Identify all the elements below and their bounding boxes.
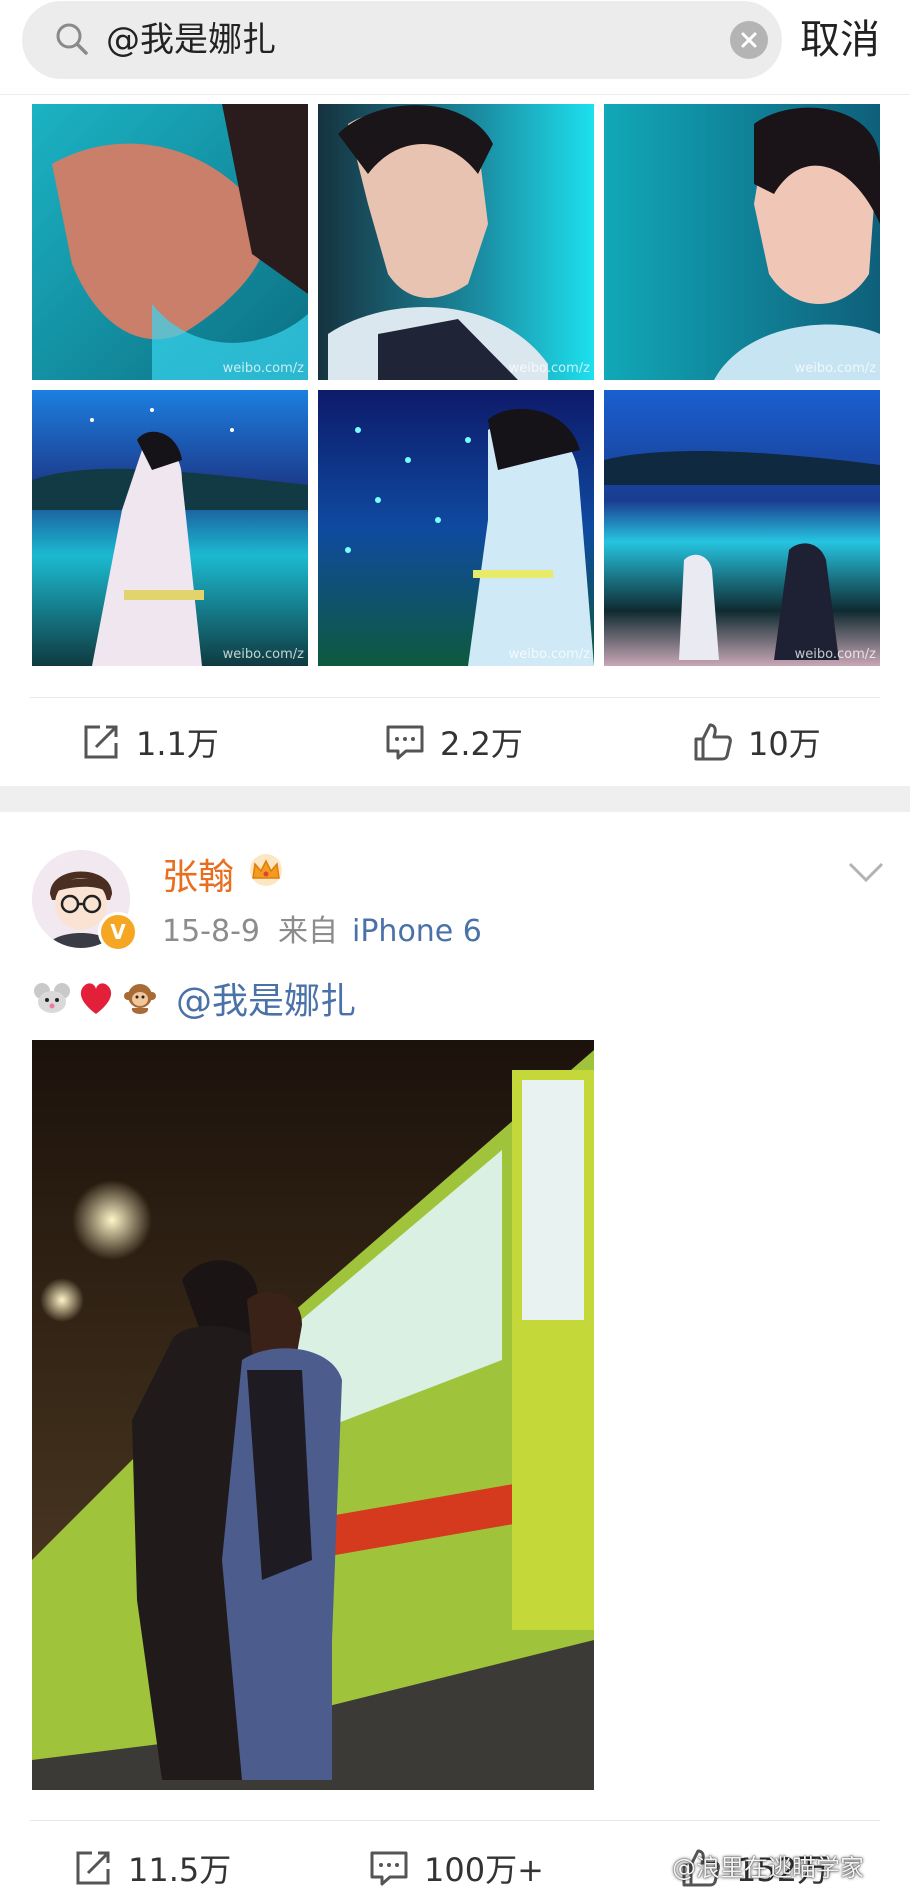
search-query: @我是娜扎 [106, 20, 276, 60]
cancel-button[interactable]: 取消 [800, 0, 880, 80]
divider [30, 1820, 880, 1821]
mention-link[interactable]: @我是娜扎 [176, 972, 356, 1024]
chevron-down-icon[interactable] [846, 858, 886, 886]
post-photo-4[interactable]: weibo.com/z [32, 390, 308, 666]
photo-watermark: weibo.com/z [508, 361, 590, 376]
search-icon [56, 23, 88, 55]
crown-icon [250, 854, 282, 886]
source-prefix: 来自 [278, 914, 338, 949]
post-date: 15-8-9 [162, 914, 260, 949]
comment-count: 2.2万 [440, 725, 523, 763]
post-photo-3[interactable]: weibo.com/z [604, 104, 880, 380]
post-photo[interactable] [32, 1040, 594, 1790]
repost-count: 11.5万 [128, 1851, 232, 1889]
photo-watermark: weibo.com/z [794, 647, 876, 662]
repost-icon [76, 1851, 110, 1885]
comment-button[interactable]: 2.2万 [384, 712, 523, 772]
post-text: @我是娜扎 [32, 972, 356, 1024]
post-separator [0, 786, 910, 812]
clear-icon[interactable] [730, 21, 768, 59]
search-input[interactable]: @我是娜扎 [22, 1, 782, 79]
like-count: 10万 [748, 725, 821, 763]
mouse-emoji [34, 983, 70, 1013]
repost-icon [84, 725, 118, 759]
verified-badge: V [98, 912, 138, 952]
post-photo-5[interactable]: weibo.com/z [318, 390, 594, 666]
repost-button[interactable]: 1.1万 [80, 712, 219, 772]
comment-icon [370, 1851, 408, 1886]
device-link[interactable]: iPhone 6 [352, 914, 482, 949]
comment-icon [386, 725, 424, 760]
comment-count: 100万+ [424, 1851, 544, 1889]
post-photo-1[interactable]: weibo.com/z [32, 104, 308, 380]
photo-watermark: weibo.com/z [222, 361, 304, 376]
repost-count: 1.1万 [136, 725, 219, 763]
post-photo-2[interactable]: weibo.com/z [318, 104, 594, 380]
search-header: @我是娜扎 取消 [0, 0, 910, 95]
photo-watermark: weibo.com/z [508, 647, 590, 662]
divider [30, 697, 880, 698]
corner-watermark: @浪里在逃瞄学家 [672, 1854, 864, 1882]
username[interactable]: 张翰 [162, 848, 234, 900]
heart-emoji [80, 983, 112, 1014]
monkey-emoji [124, 984, 156, 1014]
post-photo-6[interactable]: weibo.com/z [604, 390, 880, 666]
thumbs-up-icon [694, 723, 732, 761]
like-button[interactable]: 10万 [692, 712, 821, 772]
photo-watermark: weibo.com/z [794, 361, 876, 376]
post-meta: 15-8-9 来自 iPhone 6 [162, 906, 482, 950]
photo-watermark: weibo.com/z [222, 647, 304, 662]
repost-button[interactable]: 11.5万 [72, 1838, 231, 1898]
comment-button[interactable]: 100万+ [368, 1838, 544, 1898]
